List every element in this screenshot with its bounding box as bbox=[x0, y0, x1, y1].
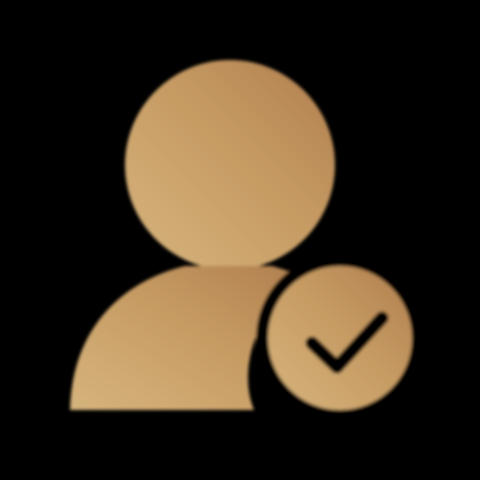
icon-canvas bbox=[0, 0, 480, 480]
badge-circle bbox=[268, 266, 412, 410]
check-badge-icon bbox=[256, 254, 424, 422]
user-head bbox=[125, 60, 335, 270]
user-verified-icon bbox=[70, 60, 424, 422]
